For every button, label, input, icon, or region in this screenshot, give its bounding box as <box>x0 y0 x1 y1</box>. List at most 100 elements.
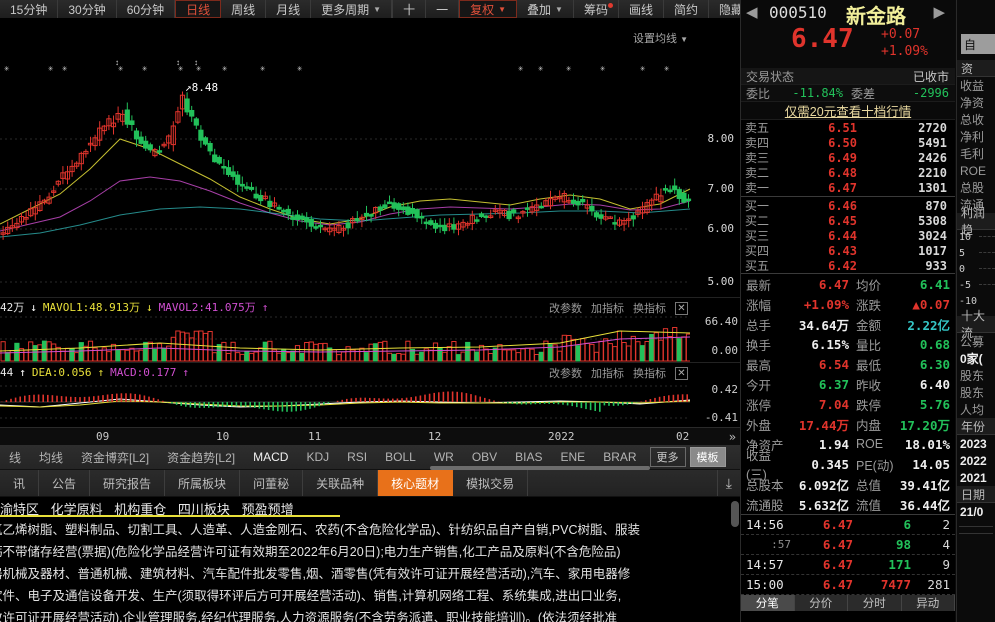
download-button[interactable]: ⤓ <box>718 470 740 496</box>
zoom-out-button[interactable]: 一 <box>426 0 460 18</box>
price-change: +0.07 <box>881 27 921 42</box>
holder-item: 股东 <box>960 369 985 383</box>
zoom-in-icon: 十 <box>403 2 416 17</box>
adjust-button[interactable]: 复权 ▼ <box>459 0 518 18</box>
quote-header: ◀ ▶ 000510 新金路 6.47 +0.07 +1.09% <box>741 0 955 68</box>
svg-text:✳: ✳ <box>4 64 10 74</box>
tab-research-reports[interactable]: 研究报告 <box>90 470 166 496</box>
bid-row[interactable]: 买三 6.44 3024 <box>741 228 955 244</box>
tab-rsi[interactable]: RSI <box>338 450 376 464</box>
next-stock-icon[interactable]: ▶ <box>933 3 945 21</box>
tab-ma[interactable]: 均线 <box>30 449 72 466</box>
tab-core-themes[interactable]: 核心题材 <box>378 470 454 496</box>
tab-macd[interactable]: MACD <box>244 450 297 464</box>
time-and-sales-table[interactable]: 14:56 6.47 6 2:57 6.47 98 4 14:57 6.47 171 9 15:00 6… <box>741 514 955 595</box>
period-30min[interactable]: 30分钟 <box>58 0 117 18</box>
simple-button[interactable]: 简约 <box>664 0 710 18</box>
tab-kdj[interactable]: KDJ <box>297 450 338 464</box>
tick-count: 2 <box>942 517 950 532</box>
period-weekly[interactable]: 周线 <box>221 0 267 18</box>
order-ratio-row: 委比 -11.84% 委差 -2996 <box>741 85 955 102</box>
tab-wr[interactable]: WR <box>425 450 463 464</box>
tab-boll[interactable]: BOLL <box>376 450 425 464</box>
stat-label: 最新 <box>746 278 772 293</box>
chevron-down-icon: ▼ <box>498 4 507 14</box>
tick-row[interactable]: :57 6.47 98 4 <box>741 535 955 555</box>
bid-row[interactable]: 买五 6.42 933 <box>741 258 955 274</box>
bid-row[interactable]: 买四 6.43 1017 <box>741 243 955 259</box>
bid-row[interactable]: 买一 6.46 870 <box>741 198 955 214</box>
core-themes-content[interactable]: 渝特区 化学原料 机构重仓 四川板块 预盈预增 氯乙烯树脂、塑料制品、切割工具、… <box>0 497 740 622</box>
period-monthly[interactable]: 月线 <box>266 0 312 18</box>
stat-label: 均价 <box>856 278 882 293</box>
period-15min[interactable]: 15分钟 <box>0 0 59 18</box>
stat-value: 6.47 <box>818 276 849 292</box>
ask-row[interactable]: 卖四 6.50 5491 <box>741 135 955 151</box>
macd-scale-top: 0.42 <box>711 383 739 396</box>
switch-indicator-button[interactable]: 换指标 <box>633 300 666 316</box>
add-indicator-button[interactable]: 加指标 <box>591 300 624 316</box>
period-daily[interactable]: 日线 <box>175 0 222 18</box>
tab-price-distribution[interactable]: 分价 <box>795 595 848 611</box>
stat-label: 涨跌 <box>856 298 882 313</box>
close-icon[interactable]: ✕ <box>675 366 688 380</box>
candlestick-chart[interactable]: 设置均线 ▼ ✳ ✳ ✳ ✳ ✳ ✳ ✳ ✳ ✳ ✳ ✳ ✳ ✳ ✳ ✳ ✳ ↕… <box>0 19 740 297</box>
ten-level-promo-banner[interactable]: 仅需20元查看十档行情 <box>741 102 955 120</box>
period-more[interactable]: 更多周期 ▼ <box>311 0 393 18</box>
tab-bias[interactable]: BIAS <box>506 450 551 464</box>
macd-indicator-panel[interactable]: 44 ↑ DEA:0.056 ↑ MACD:0.177 ↑ 改参数 加指标 换指… <box>0 362 740 427</box>
tab-brar[interactable]: BRAR <box>594 450 645 464</box>
volume-scale-top: 66.40 <box>704 315 738 328</box>
stats-row: 收益(三) 0.345 PE(动) 14.05 <box>741 449 955 482</box>
draw-button[interactable]: 画线 <box>619 0 664 18</box>
tab-announcements[interactable]: 公告 <box>39 470 91 496</box>
template-button[interactable]: 模板 <box>689 447 726 467</box>
prev-stock-icon[interactable]: ◀ <box>746 3 758 21</box>
overlay-button-label: 叠加 <box>527 2 552 17</box>
bid-row[interactable]: 买二 6.45 5308 <box>741 213 955 229</box>
more-indicators-button[interactable]: 更多 <box>649 447 686 467</box>
zoom-in-button[interactable]: 十 <box>393 0 427 18</box>
close-icon[interactable]: ✕ <box>675 301 688 315</box>
bid-volume: 933 <box>925 258 947 273</box>
tab-anomalies[interactable]: 异动 <box>902 595 955 611</box>
tick-row[interactable]: 15:00 6.47 7477 281 <box>741 575 955 595</box>
chips-button[interactable]: 筹码 <box>574 0 619 18</box>
ask-row[interactable]: 卖二 6.48 2210 <box>741 165 955 181</box>
tick-row[interactable]: 14:56 6.47 6 2 <box>741 515 955 535</box>
tab-obv[interactable]: OBV <box>463 450 506 464</box>
stat-label: PE(动) <box>856 458 894 473</box>
ask-row[interactable]: 卖三 6.49 2426 <box>741 150 955 166</box>
ask-row[interactable]: 卖五 6.51 2720 <box>741 120 955 136</box>
tick-row[interactable]: 14:57 6.47 171 9 <box>741 555 955 575</box>
content-scrollbar[interactable] <box>731 501 739 527</box>
tab-news[interactable]: 讯 <box>0 470 40 496</box>
switch-indicator-button[interactable]: 换指标 <box>633 365 666 381</box>
add-indicator-button[interactable]: 加指标 <box>591 365 624 381</box>
tick-price: 6.47 <box>822 517 853 532</box>
tab-related-products[interactable]: 关联品种 <box>303 470 379 496</box>
adjust-button-label: 复权 <box>470 2 495 17</box>
price-change-pct: +1.09% <box>881 44 928 59</box>
change-params-button[interactable]: 改参数 <box>549 300 582 316</box>
overlay-button[interactable]: 叠加 ▼ <box>517 0 574 18</box>
ask-row[interactable]: 卖一 6.47 1301 <box>741 180 955 196</box>
scroll-right-icon[interactable]: » <box>729 430 736 444</box>
tab-fund-game[interactable]: 资金博弈[L2] <box>72 449 158 466</box>
tab-tick-by-tick[interactable]: 分笔 <box>741 595 795 611</box>
financial-item: 毛利 <box>960 147 985 161</box>
tab-intraday[interactable]: 分时 <box>848 595 902 611</box>
tab-line[interactable]: 线 <box>0 449 30 466</box>
holder-item: 人均 <box>960 403 985 417</box>
tab-fund-trend[interactable]: 资金趋势[L2] <box>158 449 244 466</box>
change-params-button[interactable]: 改参数 <box>549 365 582 381</box>
volume-indicator-panel[interactable]: 42万 ↓ MAVOL1:48.913万 ↓ MAVOL2:41.075万 ↑ … <box>0 297 740 362</box>
tab-ene[interactable]: ENE <box>552 450 595 464</box>
tab-sectors[interactable]: 所属板块 <box>165 470 241 496</box>
bid-price: 6.42 <box>828 258 857 273</box>
add-to-watchlist-button[interactable]: 自 <box>961 34 995 54</box>
period-60min[interactable]: 60分钟 <box>117 0 176 18</box>
mini-axis-tick: 0 <box>959 264 966 275</box>
tab-simulated-trading[interactable]: 模拟交易 <box>453 470 529 496</box>
tab-ask-secretary[interactable]: 问董秘 <box>240 470 304 496</box>
